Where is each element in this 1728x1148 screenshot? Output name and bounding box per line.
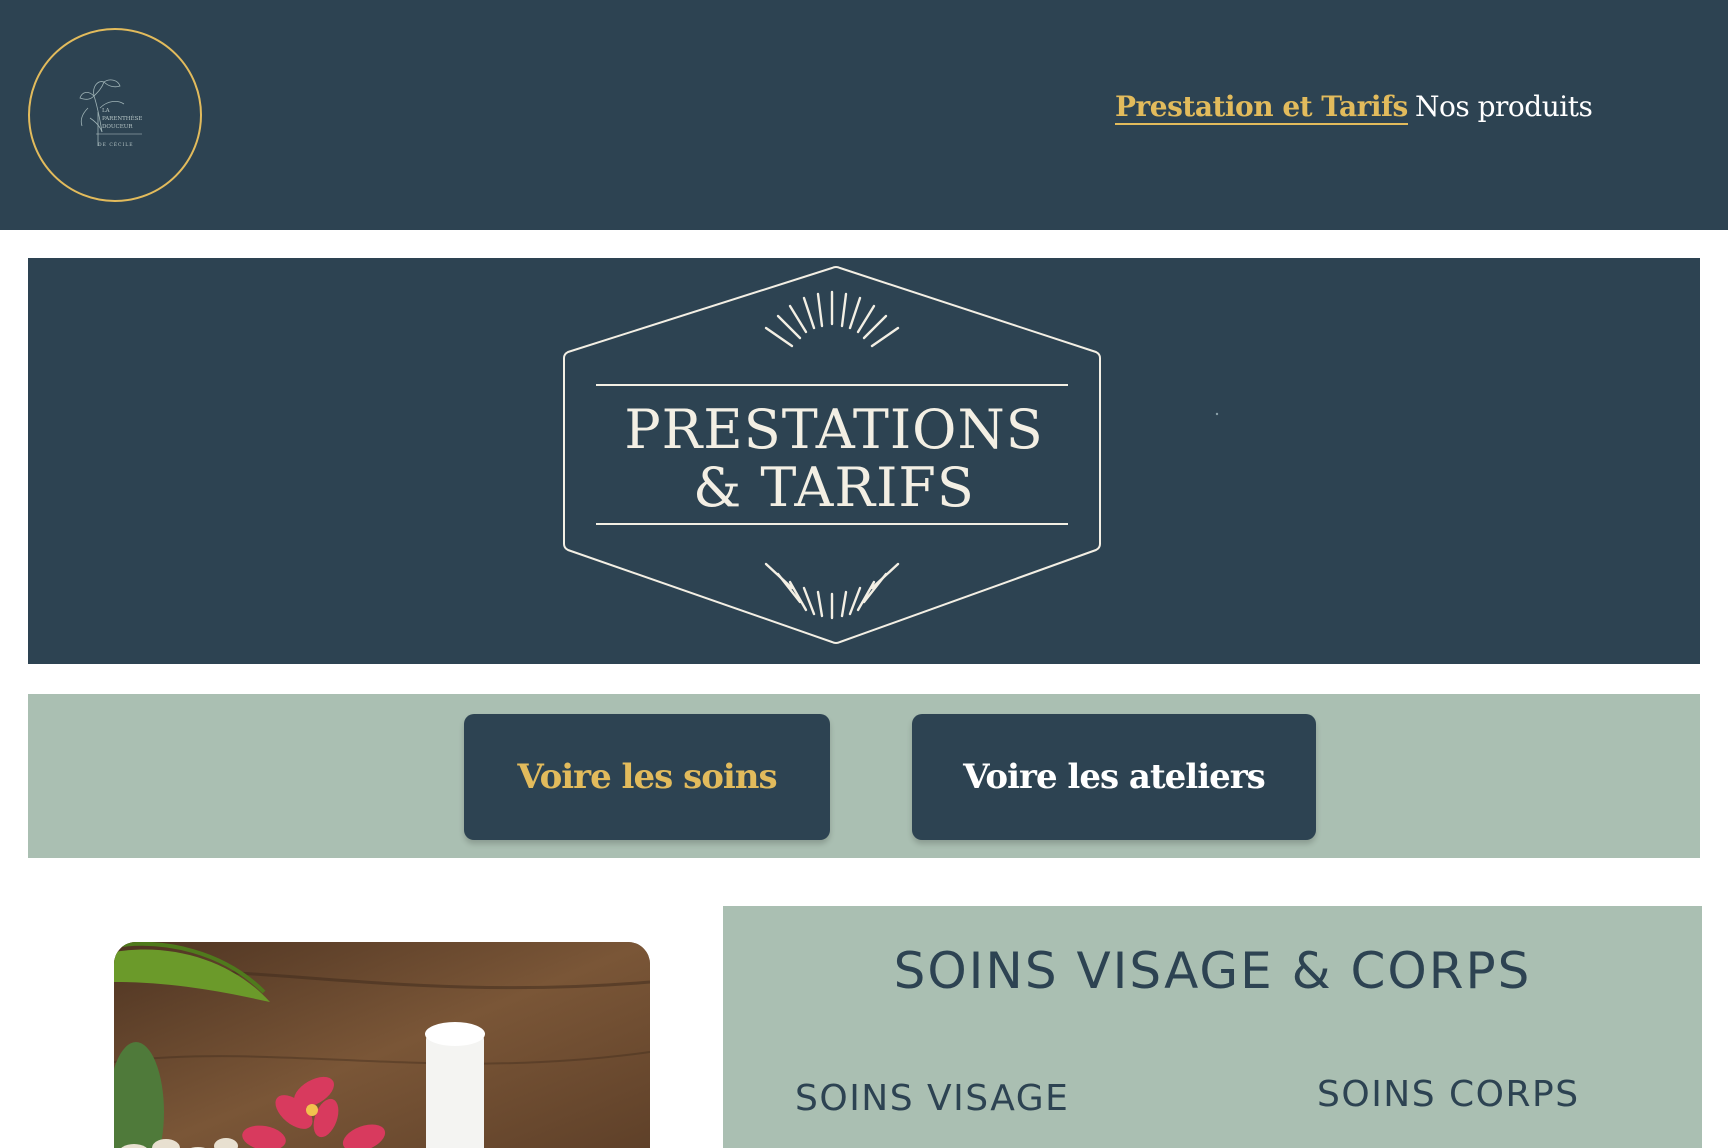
site-header: LA PARENTHÈSE DOUCEUR DE CÉCILE Prestati…: [0, 0, 1728, 230]
nav-link-nos-produits[interactable]: Nos produits: [1415, 90, 1593, 123]
spa-flowers-image: [114, 942, 650, 1148]
voir-ateliers-button[interactable]: Voire les ateliers: [912, 714, 1316, 840]
sun-rays-bottom-icon: [764, 562, 900, 620]
logo-text-cecile: DE CÉCILE: [98, 140, 134, 148]
cta-strip: Voire les soins Voire les ateliers: [28, 694, 1700, 858]
voir-soins-button[interactable]: Voire les soins: [464, 714, 830, 840]
soins-visage-heading[interactable]: SOINS VISAGE: [795, 1078, 1069, 1119]
main-nav: Prestation et Tarifs Nos produits: [0, 90, 1728, 130]
soins-panel: SOINS VISAGE & CORPS SOINS VISAGE SOINS …: [723, 906, 1702, 1148]
soins-corps-heading[interactable]: SOINS CORPS: [1317, 1074, 1580, 1115]
nav-link-prestation-tarifs[interactable]: Prestation et Tarifs: [1115, 90, 1408, 125]
spa-photo: [114, 942, 650, 1148]
sun-rays-top-icon: [764, 290, 900, 348]
banner-title-line2: & TARIFS: [693, 456, 975, 519]
prestations-banner: PRESTATIONS & TARIFS: [28, 258, 1700, 664]
soins-panel-title: SOINS VISAGE & CORPS: [893, 942, 1532, 1000]
banner-title-line1: PRESTATIONS: [624, 398, 1044, 461]
